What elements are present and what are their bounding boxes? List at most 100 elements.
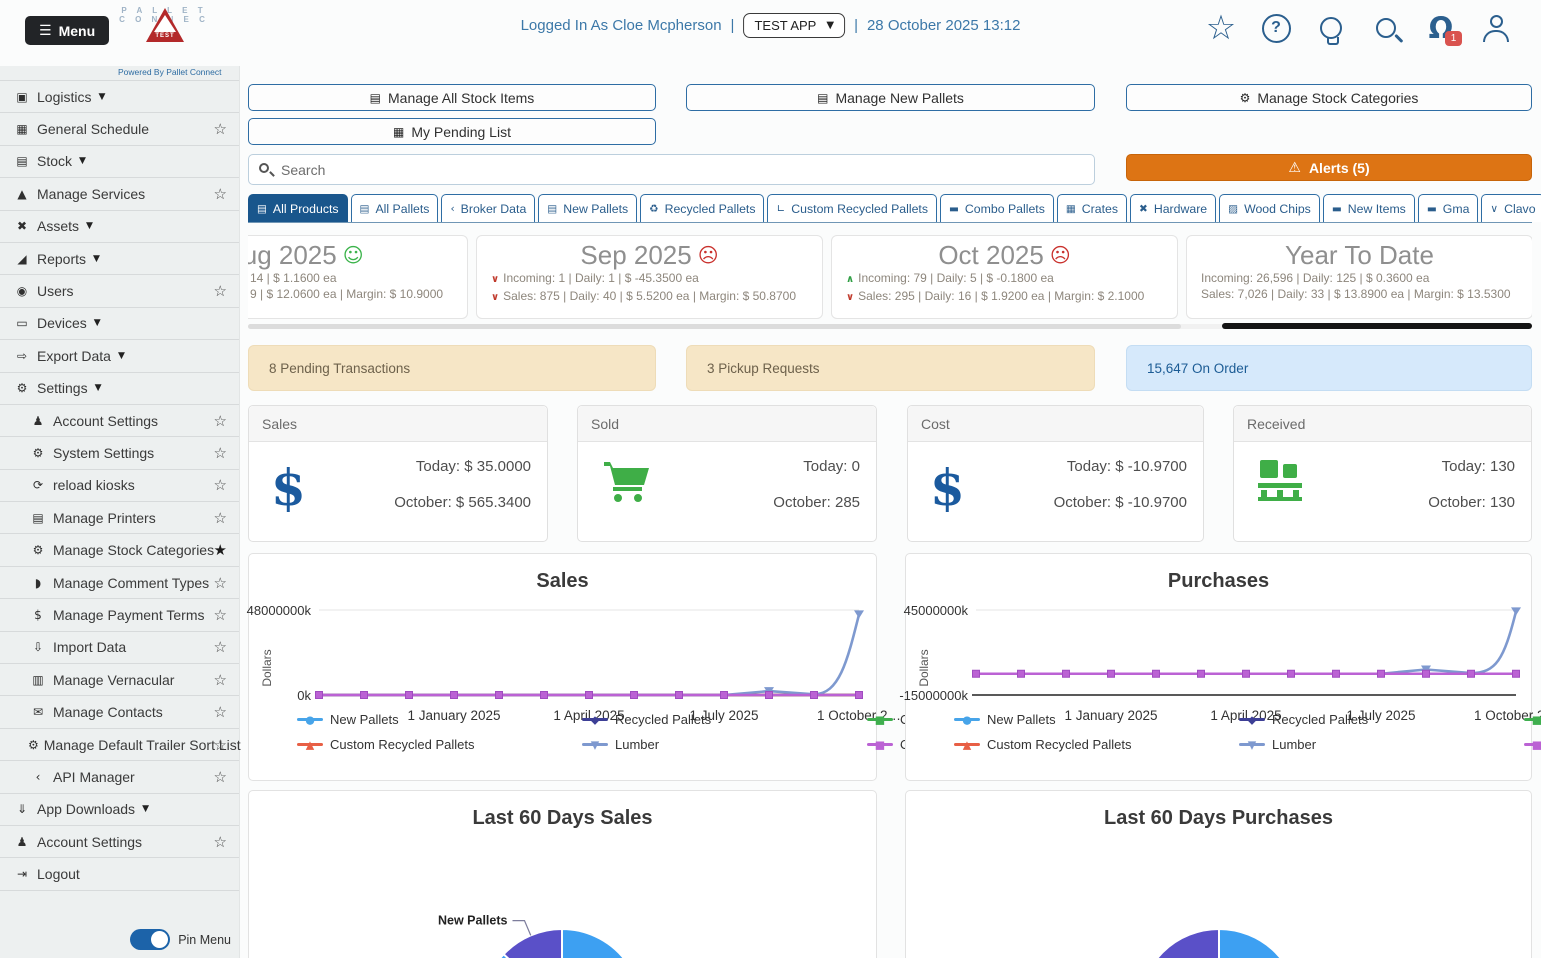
sidebar-item-assets[interactable]: ✖ Assets ▼	[0, 209, 239, 242]
search-icon[interactable]	[1369, 8, 1403, 48]
tab-new-pallets[interactable]: ▤ New Pallets	[538, 194, 638, 222]
pin-menu-toggle[interactable]	[130, 929, 171, 950]
sidebar-item-system-settings[interactable]: ⚙ System Settings ☆	[0, 436, 239, 468]
tab-wood-chips[interactable]: ▨ Wood Chips	[1219, 194, 1320, 222]
sidebar-item-settings[interactable]: ⚙ Settings ▼	[0, 371, 239, 404]
sidebar-item-manage-payment-terms[interactable]: $ Manage Payment Terms ☆	[0, 598, 239, 630]
sidebar-item-users[interactable]: ◉ Users ☆	[0, 274, 239, 306]
menu-button[interactable]: ☰ Menu	[25, 16, 110, 45]
manage-new-pallets-button[interactable]: ▤ Manage New Pallets	[686, 84, 1095, 111]
tab-combo-pallets[interactable]: ▬ Combo Pallets	[939, 194, 1054, 222]
tab-all-products[interactable]: ▤ All Products	[248, 194, 348, 222]
tab-new-items[interactable]: ▬ New Items	[1322, 194, 1415, 222]
sidebar-item-manage-contacts[interactable]: ✉ Manage Contacts ☆	[0, 695, 239, 727]
sidebar-item-stock[interactable]: ▤ Stock ▼	[0, 144, 239, 177]
chart-legend: ● New Pallets ◆ Recycled Pallets ■ Combo…	[954, 712, 1541, 752]
gear-icon: ⚙	[28, 737, 39, 752]
sidebar-item-import-data[interactable]: ⇩ Import Data ☆	[0, 630, 239, 663]
sidebar-item-reports[interactable]: ◢ Reports ▼	[0, 241, 239, 274]
favorite-star-icon[interactable]: ☆	[214, 282, 227, 300]
sidebar-item-account-settings[interactable]: ♟ Account Settings ☆	[0, 824, 239, 857]
gears-icon: ⚙	[32, 445, 44, 460]
tab-custom-recycled-pallets[interactable]: ∟ Custom Recycled Pallets	[767, 194, 937, 222]
pin-menu-label: Pin Menu	[178, 932, 231, 947]
sidebar-item-app-downloads[interactable]: ⇓ App Downloads ▼	[0, 792, 239, 825]
banner-3-pickup-requests[interactable]: 3 Pickup Requests	[686, 345, 1095, 391]
tab-hardware[interactable]: ✖ Hardware	[1130, 194, 1217, 222]
sidebar-item-label: System Settings	[53, 444, 155, 461]
month-card-stat-line: Sales: 7,026 | Daily: 33 | $ 13.8900 ea …	[1201, 287, 1511, 301]
chevron-down-icon: ▼	[93, 253, 100, 264]
app-select-value: TEST APP	[754, 18, 817, 33]
datetime-label: 28 October 2025 13:12	[866, 17, 1021, 34]
manage-stock-categories-button[interactable]: ⚙ Manage Stock Categories	[1126, 84, 1532, 111]
pallet-line-icon: ▬	[1331, 202, 1342, 215]
tab-broker-data[interactable]: ‹ Broker Data	[441, 194, 536, 222]
sidebar-item-logistics[interactable]: ▣ Logistics ▼	[0, 80, 239, 112]
legend-marker-icon: ▼	[590, 738, 600, 751]
search-input[interactable]	[248, 154, 1095, 185]
user-profile-icon[interactable]	[1479, 8, 1513, 48]
top-header: ☰ Menu P A L L E T C O N N E C T TEST Po…	[0, 0, 1541, 77]
sidebar-item-account-settings[interactable]: ♟ Account Settings ☆	[0, 403, 239, 436]
sidebar-item-label: Users	[37, 283, 74, 300]
favorite-star-icon[interactable]: ☆	[214, 412, 227, 430]
sidebar-item-devices[interactable]: ▭ Devices ▼	[0, 306, 239, 339]
sidebar-item-manage-comment-types[interactable]: ◗ Manage Comment Types ☆	[0, 565, 239, 598]
banner-8-pending-transactions[interactable]: 8 Pending Transactions	[248, 345, 656, 391]
favorite-star-icon[interactable]: ☆	[214, 606, 227, 624]
favorite-star-icon[interactable]: ☆	[214, 833, 227, 851]
sidebar-item-export-data[interactable]: ⇨ Export Data ▼	[0, 339, 239, 371]
manage-all-stock-items-button[interactable]: ▤ Manage All Stock Items	[248, 84, 656, 111]
pallet-line-icon: ▬	[948, 202, 959, 215]
alerts-button[interactable]: ⚠ Alerts (5)	[1126, 154, 1532, 181]
lightbulb-icon[interactable]	[1314, 8, 1348, 48]
favorite-star-icon[interactable]: ☆	[214, 509, 227, 527]
banner-15-647-on-order[interactable]: 15,647 On Order	[1126, 345, 1532, 391]
favorite-star-icon[interactable]: ☆	[214, 574, 227, 592]
app-select[interactable]: TEST APP ▼	[743, 13, 846, 38]
horizontal-scrollbar-thumb-light[interactable]	[248, 324, 1181, 329]
legend-item-new-pallets: ● New Pallets	[954, 712, 1239, 727]
legend-marker-icon: ▲	[305, 738, 315, 751]
sad-face-icon: ☹	[697, 243, 719, 267]
sidebar-item-label: Logistics	[37, 88, 92, 105]
favorite-star-icon[interactable]: ☆	[214, 638, 227, 656]
sidebar-item-manage-default-trailer-sort-list[interactable]: ⚙ Manage Default Trailer Sort List ☆	[0, 727, 241, 760]
favorite-star-icon[interactable]: ☆	[214, 444, 227, 462]
trend-down-icon: ∨	[491, 292, 500, 303]
tab-recycled-pallets[interactable]: ♻ Recycled Pallets	[640, 194, 765, 222]
sidebar-item-manage-stock-categories[interactable]: ⚙ Manage Stock Categories ★	[0, 533, 239, 565]
recycle-icon: ♻	[649, 202, 659, 215]
my-pending-list-button[interactable]: ▦ My Pending List	[248, 118, 656, 145]
help-icon[interactable]: ?	[1259, 8, 1293, 48]
sidebar-item-logout[interactable]: ⇥ Logout	[0, 857, 239, 889]
sidebar-item-reload-kiosks[interactable]: ⟳ reload kiosks ☆	[0, 468, 239, 501]
favorite-star-icon[interactable]: ☆	[214, 671, 227, 689]
notifications-bell-icon[interactable]: Ω 1	[1424, 8, 1462, 48]
svg-text:New Pallets: New Pallets	[438, 914, 508, 928]
sidebar-nav: ▣ Logistics ▼ ▦ General Schedule ☆ ▤ Stock ▼ ▲ Man…	[0, 66, 241, 958]
tab-crates[interactable]: ▦ Crates	[1056, 194, 1128, 222]
favorite-star-icon[interactable]: ☆	[214, 120, 227, 138]
legend-item-other: ■ Other	[1524, 737, 1541, 752]
favorite-star-icon[interactable]: ☆	[214, 476, 227, 494]
favorite-star-icon[interactable]: ☆	[214, 185, 227, 203]
tab-gma[interactable]: ▬ Gma	[1417, 194, 1479, 222]
sidebar-item-manage-services[interactable]: ▲ Manage Services ☆	[0, 177, 239, 209]
dollar-icon: $	[34, 607, 42, 622]
horizontal-scrollbar-thumb-dark[interactable]	[1222, 323, 1532, 329]
sidebar-item-manage-vernacular[interactable]: ▥ Manage Vernacular ☆	[0, 663, 239, 695]
tab-clavo[interactable]: ∨ Clavo	[1481, 194, 1541, 222]
favorite-star-icon[interactable]: ★	[214, 541, 227, 559]
favorite-star-icon[interactable]: ☆	[214, 703, 227, 721]
favorites-star-icon[interactable]: ☆	[1204, 8, 1238, 48]
sidebar-item-general-schedule[interactable]: ▦ General Schedule ☆	[0, 112, 239, 144]
tab-all-pallets[interactable]: ▤ All Pallets	[350, 194, 439, 222]
trend-down-icon: ∨	[491, 274, 500, 285]
sidebar-item-label: Manage Contacts	[53, 704, 163, 721]
favorite-star-icon[interactable]: ☆	[214, 768, 227, 786]
sidebar-item-api-manager[interactable]: ‹ API Manager ☆	[0, 760, 239, 792]
favorite-star-icon[interactable]: ☆	[214, 736, 227, 754]
sidebar-item-manage-printers[interactable]: ▤ Manage Printers ☆	[0, 501, 239, 533]
